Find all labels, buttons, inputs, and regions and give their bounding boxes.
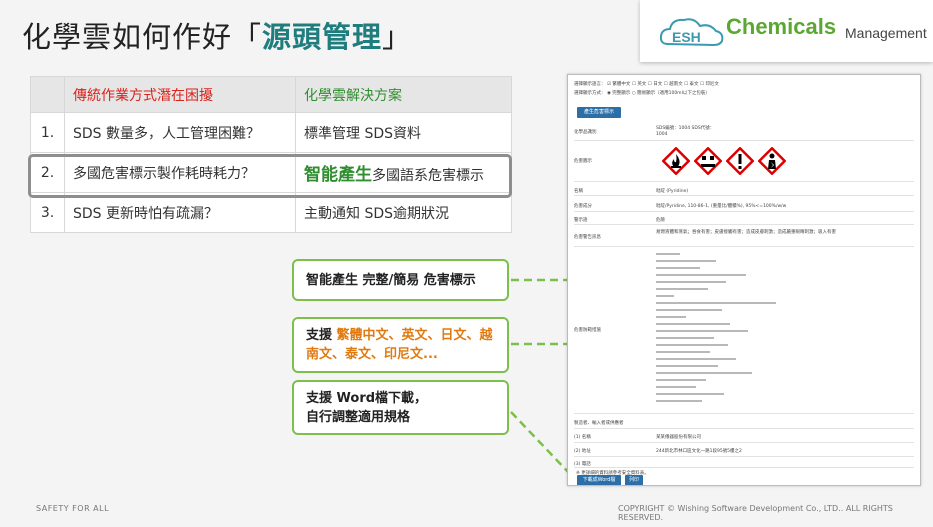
corrosion-icon [694, 147, 722, 175]
title-highlight: 源頭管理 [262, 20, 383, 54]
mode-option-simple[interactable]: ○ 簡易顯示（適用100ml以下之包裝） [632, 91, 710, 96]
table-header-row: 傳統作業方式潛在困擾 化學雲解決方案 [30, 76, 512, 113]
label-preview-panel: 選擇顯示語言： ☑ 繁體中文 ☐ 英文 ☐ 日文 ☐ 越南文 ☐ 泰文 ☐ 印尼… [567, 74, 921, 486]
header-solution: 化學雲解決方案 [295, 76, 512, 113]
generate-label-button[interactable]: 產生危害標示 [577, 107, 621, 118]
flame-icon [662, 147, 690, 175]
health-hazard-icon [758, 147, 786, 175]
print-button[interactable]: 列印 [625, 475, 643, 485]
cloud-logo-icon: ESH [659, 18, 724, 47]
table-row: 3. SDS 更新時怕有疏漏？ 主動通知 SDS逾期狀況 [30, 192, 512, 233]
exclamation-icon [726, 147, 754, 175]
row-precautions: 危害防範措施 [574, 249, 914, 414]
header-problem: 傳統作業方式潛在困擾 [64, 76, 296, 113]
lang-option[interactable]: ☐ 印尼文 [700, 82, 719, 87]
row-name: 名稱 吡啶 (Pyridine) [574, 185, 914, 196]
lang-option[interactable]: ☑ 繁體中文 [607, 82, 630, 87]
callout-label-generation: 智能產生 完整/簡易 危害標示 [292, 259, 509, 301]
ghs-pictograms [662, 147, 802, 177]
row-hazard-statements: 危害警告訊息 易燃液體和蒸氣；吞食有害；皮膚接觸有害；造成皮膚刺激；造成嚴重眼睛… [574, 227, 914, 247]
page-title: 化學雲如何作好「源頭管理」 [22, 20, 413, 54]
row-pictograms: 危害圖示 [574, 142, 914, 182]
lang-option[interactable]: ☐ 泰文 [684, 82, 698, 87]
row-component: 危害成分 吡啶/Pyridine, 110-86-1, (重量比/體積%), 9… [574, 199, 914, 212]
callout-languages: 支援 繁體中文、英文、日文、越南文、泰文、印尼文... [292, 317, 509, 373]
row-supplier-name: (1) 名稱 某某儀器股份有限公司 [574, 431, 914, 443]
mode-selector: 選擇顯示方式： ◉ 完整顯示 ○ 簡易顯示（適用100ml以下之包裝） [574, 91, 710, 96]
row-supplier: 製造者、輸入者或供應者 [574, 416, 914, 429]
svg-text:ESH: ESH [672, 29, 701, 45]
footer-slogan: SAFETY FOR ALL [36, 504, 110, 513]
row-signal-word: 警示語 危險 [574, 214, 914, 225]
row-supplier-address: (2) 地址 244新北市林口區文化一路1段95號5樓之2 [574, 445, 914, 457]
lang-option[interactable]: ☐ 英文 [632, 82, 646, 87]
lang-option[interactable]: ☐ 日文 [648, 82, 662, 87]
download-word-button[interactable]: 下載成Word檔 [577, 475, 621, 485]
callout-word-download: 支援 Word檔下載， 自行調整適用規格 [292, 380, 509, 435]
logo-brand: Chemicals [726, 14, 837, 39]
language-selector: 選擇顯示語言： ☑ 繁體中文 ☐ 英文 ☐ 日文 ☐ 越南文 ☐ 泰文 ☐ 印尼… [574, 82, 719, 87]
mode-option-full[interactable]: ◉ 完整顯示 [607, 91, 630, 96]
lang-option[interactable]: ☐ 越南文 [664, 82, 683, 87]
row-supplier-phone: (3) 電話 [574, 459, 914, 468]
table-row: 1. SDS 數量多，人工管理困難？ 標準管理 SDS資料 [30, 112, 512, 153]
precaution-text-lines [656, 253, 776, 402]
logo-sub: Management [845, 25, 927, 41]
highlight-frame [28, 154, 512, 198]
footer-copyright: COPYRIGHT © Wishing Software Development… [618, 504, 893, 522]
company-logo: ESH Chemicals Management [640, 0, 933, 62]
row-chem-id: 化學品識別 SDS編號：1004 SDS代號：1004 [574, 123, 914, 141]
